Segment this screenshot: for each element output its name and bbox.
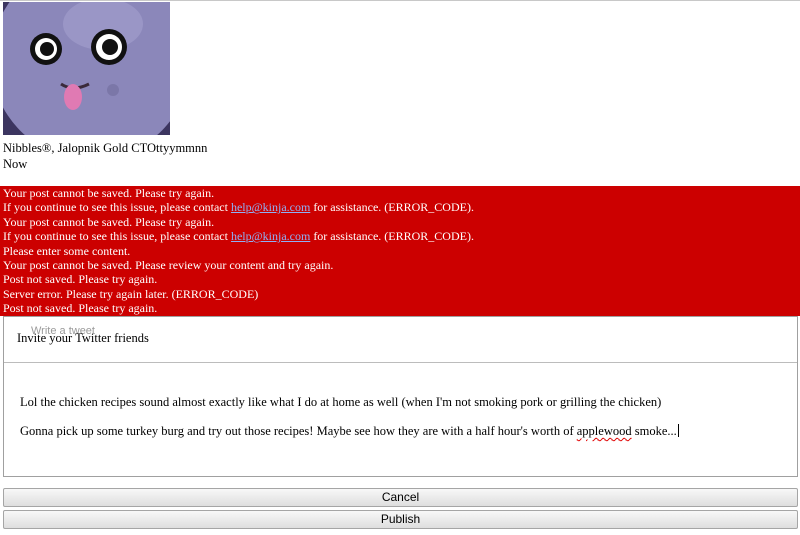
tweet-field[interactable]: Write a tweet Invite your Twitter friend… <box>4 317 797 363</box>
author-name: Nibbles®, Jalopnik Gold CTOttyymmnn <box>3 141 208 155</box>
avatar-image <box>3 2 170 135</box>
invite-twitter-friends[interactable]: Invite your Twitter friends <box>17 331 149 346</box>
error-message: Post not saved. Please try again. <box>3 272 158 287</box>
post-timestamp: Now <box>3 157 28 171</box>
error-message: Your post cannot be saved. Please try ag… <box>3 214 215 229</box>
text-caret <box>677 424 679 437</box>
error-message: If you continue to see this issue, pleas… <box>3 229 474 244</box>
body-paragraph: Gonna pick up some turkey burg and try o… <box>20 424 679 438</box>
error-message: Server error. Please try again later. (E… <box>3 286 259 301</box>
top-border <box>0 0 800 1</box>
avatar <box>3 2 170 135</box>
post-editor[interactable]: Write a tweet Invite your Twitter friend… <box>3 316 798 477</box>
publish-button[interactable]: Publish <box>3 510 798 529</box>
error-message: Your post cannot be saved. Please review… <box>3 257 334 272</box>
post-body[interactable]: Lol the chicken recipes sound almost exa… <box>20 395 790 453</box>
support-email-link[interactable]: help@kinja.com <box>231 229 310 243</box>
body-paragraph: Lol the chicken recipes sound almost exa… <box>20 395 662 409</box>
cancel-button[interactable]: Cancel <box>3 488 798 507</box>
support-email-link[interactable]: help@kinja.com <box>231 200 310 214</box>
error-message: If you continue to see this issue, pleas… <box>3 200 474 215</box>
error-panel: Your post cannot be saved. Please try ag… <box>0 186 800 316</box>
misspelled-word: applewood <box>576 424 632 438</box>
error-message: Please enter some content. <box>3 243 131 258</box>
error-message: Post not saved. Please try again. <box>3 301 158 316</box>
error-message: Your post cannot be saved. Please try ag… <box>3 186 215 200</box>
